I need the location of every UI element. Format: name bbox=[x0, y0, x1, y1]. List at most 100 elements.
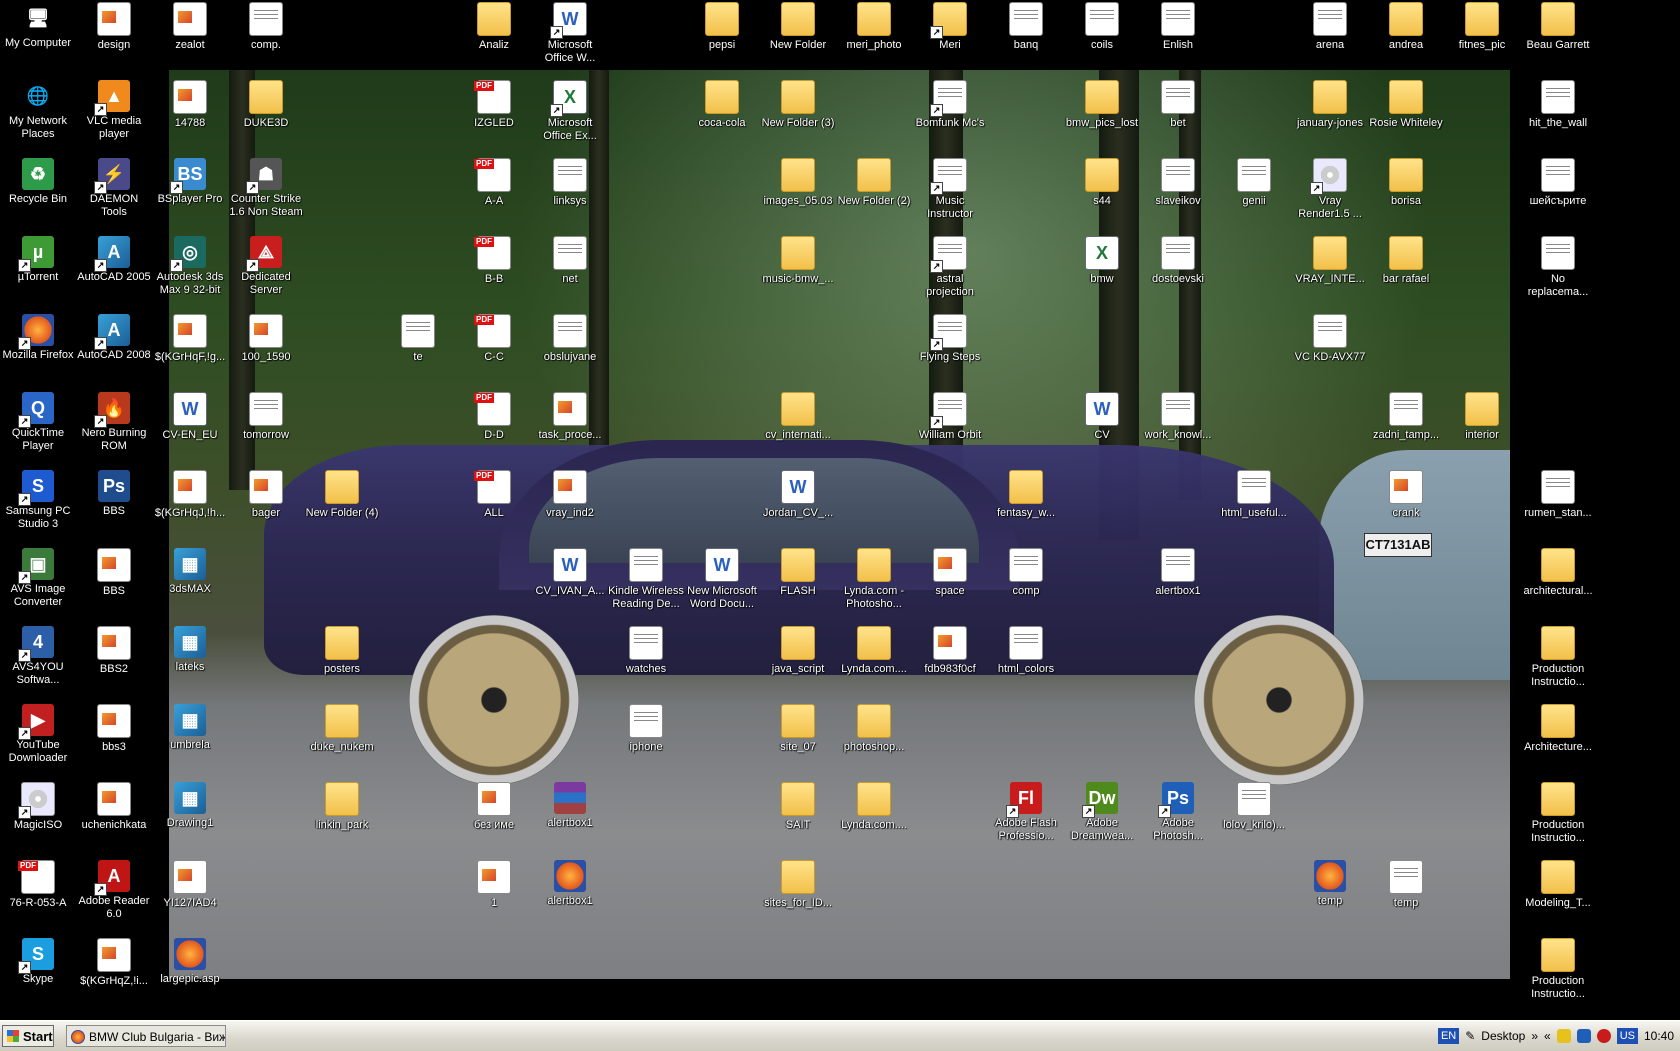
desktop-icon[interactable]: ♻ Recycle Bin bbox=[0, 158, 76, 206]
network-icon[interactable] bbox=[1576, 1029, 1591, 1043]
desktop-icon[interactable]: images_05.03 bbox=[760, 158, 836, 208]
desktop-icon[interactable]: Xbmw bbox=[1064, 236, 1140, 286]
desktop-icon[interactable]: uchenichkata bbox=[76, 782, 152, 832]
desktop-icon[interactable]: Lynda.com.... bbox=[836, 626, 912, 676]
desktop-icon[interactable]: New Folder bbox=[760, 2, 836, 52]
desktop-icon[interactable]: AAutoCAD 2005 bbox=[76, 236, 152, 284]
desktop-icon[interactable]: SSkype bbox=[0, 938, 76, 986]
tray-expand-icon[interactable]: « bbox=[1544, 1029, 1551, 1043]
desktop-icon[interactable]: Analiz bbox=[456, 2, 532, 52]
desktop-icon[interactable]: work_knowl... bbox=[1140, 392, 1216, 442]
desktop-icon[interactable]: A-A bbox=[456, 158, 532, 208]
desktop-icon[interactable]: net bbox=[532, 236, 608, 286]
desktop-icon[interactable]: alertbox1 bbox=[1140, 548, 1216, 598]
desktop-icon[interactable]: arena bbox=[1292, 2, 1368, 52]
desktop-icon[interactable]: zealot bbox=[152, 2, 228, 52]
desktop-icon[interactable]: ◎Autodesk 3ds Max 9 32-bit bbox=[152, 236, 228, 297]
desktop-icon[interactable]: без име bbox=[456, 782, 532, 832]
desktop-icon[interactable]: BSBSplayer Pro bbox=[152, 158, 228, 206]
desktop-icon[interactable]: ALL bbox=[456, 470, 532, 520]
desktop-icon[interactable]: $(KGrHqF,!g... bbox=[152, 314, 228, 364]
desktop-icon[interactable]: tomorrow bbox=[228, 392, 304, 442]
desktop-icon[interactable]: banq bbox=[988, 2, 1064, 52]
desktop-icon[interactable]: ▣AVS Image Converter bbox=[0, 548, 76, 609]
desktop-icon[interactable]: Bomfunk Mc's bbox=[912, 80, 988, 130]
desktop-icon[interactable]: DUKE3D bbox=[228, 80, 304, 130]
desktop-icon[interactable]: borisa bbox=[1368, 158, 1444, 208]
desktop-icon[interactable]: 1 bbox=[456, 860, 532, 910]
desktop-icon[interactable]: zadni_tamp... bbox=[1368, 392, 1444, 442]
desktop-icon[interactable]: Vray Render1.5 ... bbox=[1292, 158, 1368, 221]
desktop-icon[interactable]: Ps BBS bbox=[76, 470, 152, 518]
desktop-icon[interactable]: fitnes_pic bbox=[1444, 2, 1520, 52]
desktop-icon[interactable]: DwAdobe Dreamwea... bbox=[1064, 782, 1140, 843]
desktop-icon[interactable]: Beau Garrett bbox=[1520, 2, 1596, 52]
desktop-icon[interactable]: bbs3 bbox=[76, 704, 152, 754]
desktop-icon[interactable]: Meri bbox=[912, 2, 988, 52]
desktop-icon[interactable]: fdb983f0cf bbox=[912, 626, 988, 676]
desktop-icon[interactable]: W CV_IVAN_A... bbox=[532, 548, 608, 598]
start-button[interactable]: Start bbox=[2, 1025, 54, 1047]
desktop-icon[interactable]: SSamsung PC Studio 3 bbox=[0, 470, 76, 531]
desktop-icon[interactable]: genii bbox=[1216, 158, 1292, 208]
desktop-icon[interactable]: New Folder (4) bbox=[304, 470, 380, 520]
desktop-icon[interactable]: AAdobe Reader 6.0 bbox=[76, 860, 152, 921]
clock[interactable]: 10:40 bbox=[1644, 1029, 1674, 1043]
desktop-icon[interactable]: QQuickTime Player bbox=[0, 392, 76, 453]
desktop-icon[interactable]: dostoevski bbox=[1140, 236, 1216, 286]
desktop-icon[interactable]: site_07 bbox=[760, 704, 836, 754]
desktop-icon[interactable]: 100_1590 bbox=[228, 314, 304, 364]
desktop-icon[interactable]: slaveikov bbox=[1140, 158, 1216, 208]
desktop-icon[interactable]: watches bbox=[608, 626, 684, 676]
language-indicator[interactable]: EN bbox=[1437, 1028, 1460, 1044]
pen-icon[interactable]: ✎ bbox=[1465, 1029, 1475, 1043]
desktop-icon[interactable]: Lynda.com - Photosho... bbox=[836, 548, 912, 611]
desktop-icon[interactable]: alertbox1 bbox=[532, 860, 608, 908]
desktop-icon[interactable]: C-C bbox=[456, 314, 532, 364]
desktop-icon[interactable]: posters bbox=[304, 626, 380, 676]
desktop-icon[interactable]: W New Microsoft Word Docu... bbox=[684, 548, 760, 611]
desktop-icon[interactable]: coca-cola bbox=[684, 80, 760, 130]
desktop-icon[interactable]: FlAdobe Flash Professio... bbox=[988, 782, 1064, 843]
desktop-icon[interactable]: BBS2 bbox=[76, 626, 152, 676]
taskbar-item-firefox[interactable]: BMW Club Bulgaria - Виж... bbox=[66, 1025, 226, 1047]
desktop-icon[interactable]: BBS bbox=[76, 548, 152, 598]
desktop-icon[interactable]: obslujvane bbox=[532, 314, 608, 364]
desktop-icon[interactable]: interior bbox=[1444, 392, 1520, 442]
desktop-icon[interactable]: 14788 bbox=[152, 80, 228, 130]
toolbar-chevron-icon[interactable]: » bbox=[1531, 1029, 1538, 1043]
desktop-icon[interactable]: architectural... bbox=[1520, 548, 1596, 598]
desktop-icon[interactable]: W Jordan_CV_... bbox=[760, 470, 836, 520]
desktop-icon[interactable]: ▦ lateks bbox=[152, 626, 228, 674]
desktop-icon[interactable]: SAIT bbox=[760, 782, 836, 832]
desktop-icon[interactable]: lolov_krilo)... bbox=[1216, 782, 1292, 832]
desktop-icon[interactable]: 76-R-053-A bbox=[0, 860, 76, 910]
desktop-icon[interactable]: VRAY_INTE... bbox=[1292, 236, 1368, 286]
desktop-icon[interactable]: Mozilla Firefox bbox=[0, 314, 76, 362]
desktop-icon[interactable]: шейсърите bbox=[1520, 158, 1596, 208]
desktop-icon[interactable]: D-D bbox=[456, 392, 532, 442]
desktop-icon[interactable]: astral projection bbox=[912, 236, 988, 299]
desktop-icon[interactable]: Lynda.com.... bbox=[836, 782, 912, 832]
desktop-icon[interactable]: hit_the_wall bbox=[1520, 80, 1596, 130]
desktop-icon[interactable]: design bbox=[76, 2, 152, 52]
desktop-icon[interactable]: 4AVS4YOU Softwa... bbox=[0, 626, 76, 687]
desktop-icon[interactable]: W CV bbox=[1064, 392, 1140, 442]
desktop-icon[interactable]: comp bbox=[988, 548, 1064, 598]
desktop-icon[interactable]: MagicISO bbox=[0, 782, 76, 832]
desktop-icon[interactable]: s44 bbox=[1064, 158, 1140, 208]
desktop-icon[interactable]: 🌐 My Network Places bbox=[0, 80, 76, 141]
desktop-icon[interactable]: temp bbox=[1368, 860, 1444, 910]
desktop-icon[interactable]: photoshop... bbox=[836, 704, 912, 754]
desktop-icon[interactable]: rumen_stan... bbox=[1520, 470, 1596, 520]
desktop-icon[interactable]: New Folder (2) bbox=[836, 158, 912, 208]
antivirus-icon[interactable] bbox=[1596, 1029, 1611, 1043]
desktop-icon[interactable]: $(KGrHqJ,!h... bbox=[152, 470, 228, 520]
desktop-icon[interactable]: FLASH bbox=[760, 548, 836, 598]
desktop-icon[interactable]: task_proce... bbox=[532, 392, 608, 442]
desktop-icon[interactable]: bet bbox=[1140, 80, 1216, 130]
desktop-icon[interactable]: iphone bbox=[608, 704, 684, 754]
desktop-icon[interactable]: linkin_park bbox=[304, 782, 380, 832]
desktop-icon[interactable]: 🖥 My Computer bbox=[0, 2, 76, 50]
desktop-icon[interactable]: µµTorrent bbox=[0, 236, 76, 284]
